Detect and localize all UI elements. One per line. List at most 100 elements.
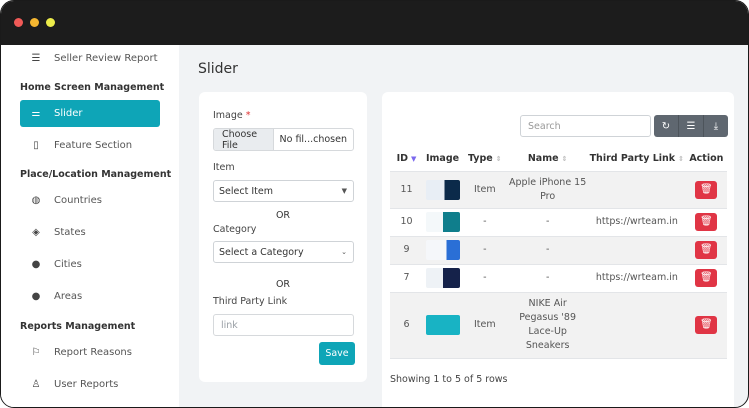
third-party-link-label: Third Party Link (213, 296, 288, 307)
category-select[interactable]: Select a Category ⌄ (213, 241, 354, 263)
sidebar-section-title: Place/Location Management (20, 169, 172, 180)
table-row: 9 - - 🗑 (390, 236, 727, 265)
slider-thumbnail (425, 212, 460, 232)
sort-icon: ⇕ (495, 154, 502, 163)
cell-name: - (507, 264, 588, 293)
cell-link (587, 292, 686, 359)
slider-thumbnail (425, 268, 460, 288)
slider-thumbnail (425, 240, 460, 260)
trash-icon: 🗑 (700, 216, 713, 227)
cell-link[interactable]: https://wrteam.in (587, 264, 686, 293)
cell-type: - (462, 236, 508, 265)
sidebar-section-title: Reports Management (20, 321, 136, 332)
trash-icon: 🗑 (700, 272, 713, 283)
choose-file-button[interactable]: Choose File (214, 129, 274, 150)
refresh-icon[interactable]: ↻ (654, 115, 679, 137)
pagination-info: Showing 1 to 5 of 5 rows (390, 374, 508, 385)
delete-button[interactable]: 🗑 (695, 180, 718, 199)
category-select-value: Select a Category (219, 246, 304, 258)
sliders-icon: ⚌ (31, 108, 41, 119)
slider-table-card: Search ↻ ☰ ⤓ ID ▼ Image Type ⇕ Name ⇕ Third… (382, 92, 734, 407)
cell-id: 11 (390, 171, 423, 209)
close-window-button[interactable] (14, 18, 23, 27)
user-icon: ♙ (31, 379, 41, 390)
window-titlebar (1, 1, 748, 45)
cell-type: - (462, 264, 508, 293)
slider-thumbnail (425, 179, 460, 200)
app-window: ☰ Seller Review Report Home Screen Manag… (0, 0, 749, 408)
or-divider: OR (275, 210, 291, 221)
column-header-id[interactable]: ID ▼ (390, 146, 423, 172)
slider-table: ID ▼ Image Type ⇕ Name ⇕ Third Party Link ⇕ … (390, 146, 727, 359)
download-icon[interactable]: ⤓ (704, 115, 728, 137)
cell-link (587, 236, 686, 265)
item-select[interactable]: Select Item ▼ (213, 180, 354, 202)
sidebar-item-areas[interactable]: ● Areas (20, 283, 160, 310)
column-header-third-party-link[interactable]: Third Party Link ⇕ (587, 146, 686, 172)
image-label-text: Image (213, 110, 243, 121)
table-toolbar: ↻ ☰ ⤓ (654, 115, 728, 137)
table-row: 10 - - https://wrteam.in 🗑 (390, 208, 727, 237)
cell-id: 7 (390, 264, 423, 293)
location-icon: ● (31, 291, 41, 302)
minimize-window-button[interactable] (30, 18, 39, 27)
sidebar-item-seller-review-report[interactable]: ☰ Seller Review Report (20, 45, 160, 72)
sidebar-item-label: States (54, 227, 86, 238)
map-pin-icon: ● (31, 259, 41, 270)
sidebar-item-cities[interactable]: ● Cities (20, 251, 160, 278)
table-row: 11 Item Apple iPhone 15 Pro 🗑 (390, 171, 727, 209)
item-label: Item (213, 162, 235, 173)
sort-icon: ⇕ (561, 154, 568, 163)
cell-link[interactable]: https://wrteam.in (587, 208, 686, 237)
sidebar-item-countries[interactable]: ◍ Countries (20, 187, 160, 214)
save-button[interactable]: Save (319, 342, 355, 365)
or-divider: OR (275, 279, 291, 290)
delete-button[interactable]: 🗑 (695, 269, 718, 287)
map-icon: ◈ (32, 227, 40, 238)
column-header-action: Action (685, 146, 727, 172)
sidebar-item-label: Cities (54, 259, 82, 270)
category-label: Category (213, 224, 257, 235)
sort-desc-icon: ▼ (411, 154, 417, 163)
sidebar-item-label: Feature Section (54, 140, 133, 151)
maximize-window-button[interactable] (46, 18, 55, 27)
globe-icon: ◍ (31, 195, 41, 206)
column-header-image: Image (422, 146, 463, 172)
sidebar-item-states[interactable]: ◈ States (20, 219, 160, 246)
slider-thumbnail (425, 315, 460, 335)
cell-name: - (507, 236, 588, 265)
cell-type: - (462, 208, 508, 237)
delete-button[interactable]: 🗑 (695, 213, 718, 231)
list-icon[interactable]: ☰ (679, 115, 704, 137)
chevron-down-icon: ⌄ (341, 248, 347, 256)
search-input[interactable]: Search (520, 115, 651, 137)
column-header-type[interactable]: Type ⇕ (462, 146, 508, 172)
image-file-input[interactable]: Choose File No fil...chosen (213, 128, 354, 151)
sidebar-item-slider[interactable]: ⚌ Slider (20, 100, 160, 127)
trash-icon: 🗑 (700, 319, 713, 330)
list-icon: ☰ (31, 53, 41, 64)
cell-name: Apple iPhone 15 Pro (507, 171, 588, 209)
cell-id: 10 (390, 208, 423, 237)
sidebar-item-label: Report Reasons (54, 347, 132, 358)
cell-type: Item (462, 171, 508, 209)
sidebar: ☰ Seller Review Report Home Screen Manag… (1, 45, 179, 407)
item-select-value: Select Item (219, 185, 273, 197)
sidebar-item-report-reasons[interactable]: ⚐ Report Reasons (20, 339, 160, 366)
cell-name: NIKE Air Pegasus '89 Lace-Up Sneakers (507, 292, 588, 359)
third-party-link-input[interactable]: link (213, 314, 354, 336)
sidebar-item-user-reports[interactable]: ♙ User Reports (20, 371, 160, 398)
sidebar-item-label: Areas (54, 291, 83, 302)
delete-button[interactable]: 🗑 (695, 316, 718, 334)
delete-button[interactable]: 🗑 (695, 241, 718, 259)
sidebar-item-feature-section[interactable]: ▯ Feature Section (20, 132, 160, 159)
sidebar-item-label: Countries (54, 195, 102, 206)
sidebar-item-label: Slider (54, 108, 83, 119)
column-header-name[interactable]: Name ⇕ (507, 146, 588, 172)
file-status-text: No fil...chosen (279, 134, 348, 145)
sort-icon: ⇕ (678, 154, 684, 163)
sidebar-item-label: User Reports (54, 379, 119, 390)
cell-name: - (507, 208, 588, 237)
sidebar-section-title: Home Screen Management (20, 82, 165, 93)
caret-down-icon: ▼ (341, 187, 347, 195)
